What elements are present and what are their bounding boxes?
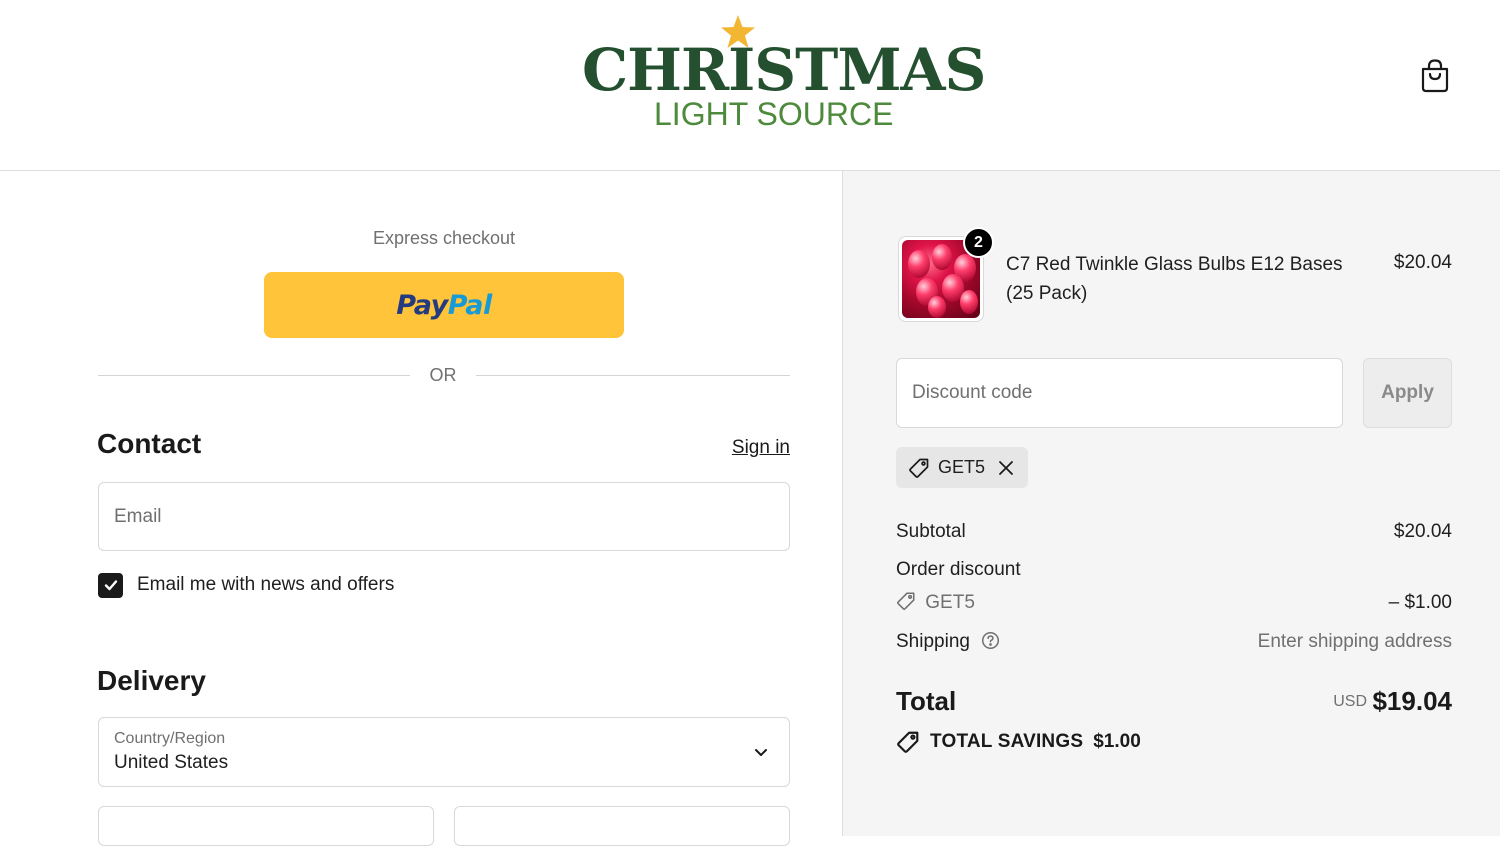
paypal-logo: PayPal — [396, 289, 492, 321]
help-circle-icon[interactable] — [981, 631, 1000, 650]
subtotal-row: Subtotal $20.04 — [896, 521, 1452, 543]
express-checkout-label: Express checkout — [372, 228, 516, 248]
subtotal-label: Subtotal — [896, 521, 966, 542]
total-label: Total — [896, 686, 957, 716]
applied-discount-code: GET5 — [938, 457, 986, 477]
or-divider: OR — [98, 362, 790, 390]
paypal-button[interactable]: PayPal — [264, 272, 624, 338]
total-value: $19.04 — [1372, 686, 1452, 716]
tag-icon — [909, 458, 929, 478]
discount-detail-code: GET5 — [925, 592, 975, 613]
discount-code-field[interactable] — [897, 359, 1342, 427]
quantity-badge: 2 — [963, 227, 994, 258]
tag-icon — [897, 731, 919, 753]
first-name-field[interactable] — [98, 806, 434, 846]
last-name-field[interactable] — [454, 806, 790, 846]
discount-detail-row: GET5 – $1.00 — [896, 592, 1452, 614]
shipping-label: Shipping — [896, 631, 970, 652]
divider-line — [98, 375, 410, 376]
order-discount-row: Order discount — [896, 559, 1452, 581]
delivery-heading: Delivery — [97, 665, 206, 696]
country-select-label: Country/Region — [114, 730, 226, 747]
total-savings-row: TOTAL SAVINGS $1.00 — [896, 729, 1141, 755]
apply-discount-button[interactable]: Apply — [1363, 358, 1452, 428]
tag-icon — [897, 592, 915, 611]
country-select-value: United States — [114, 752, 229, 773]
shopping-bag-icon[interactable] — [1418, 58, 1452, 94]
contact-heading: Contact — [97, 428, 202, 459]
subtotal-value: $20.04 — [1393, 521, 1452, 542]
logo-subtitle: LIGHT SOURCE — [654, 96, 894, 132]
or-label: OR — [429, 365, 457, 385]
total-savings-value: $1.00 — [1093, 731, 1141, 752]
checkmark-icon — [104, 580, 117, 591]
discount-amount: – $1.00 — [1388, 592, 1452, 613]
discount-code-wrapper — [896, 358, 1343, 428]
order-discount-label: Order discount — [896, 559, 1021, 580]
applied-discount-tag: GET5 — [896, 447, 1028, 488]
total-currency: USD — [1333, 693, 1367, 710]
divider-line — [476, 375, 790, 376]
sign-in-link[interactable]: Sign in — [700, 437, 790, 459]
newsletter-checkbox-row: Email me with news and offers — [98, 572, 394, 598]
remove-discount-icon[interactable] — [997, 459, 1015, 477]
chevron-down-icon — [755, 749, 767, 756]
newsletter-label: Email me with news and offers — [137, 574, 395, 595]
email-field[interactable] — [99, 483, 789, 550]
shipping-row: Shipping Enter shipping address — [896, 631, 1452, 653]
product-name: C7 Red Twinkle Glass Bulbs E12 Bases (25… — [1006, 254, 1343, 304]
page-header: CHRISTMAS LIGHT SOURCE — [0, 0, 1500, 171]
logo-title: CHRISTMAS — [582, 36, 986, 104]
shipping-value: Enter shipping address — [1257, 631, 1452, 652]
total-savings-label: TOTAL SAVINGS — [930, 731, 1084, 752]
email-field-wrapper — [98, 482, 790, 551]
store-logo[interactable]: CHRISTMAS LIGHT SOURCE — [580, 14, 986, 134]
product-price: $20.04 — [1393, 252, 1452, 273]
newsletter-checkbox[interactable] — [98, 572, 123, 598]
country-select[interactable]: Country/Region United States — [98, 717, 790, 787]
